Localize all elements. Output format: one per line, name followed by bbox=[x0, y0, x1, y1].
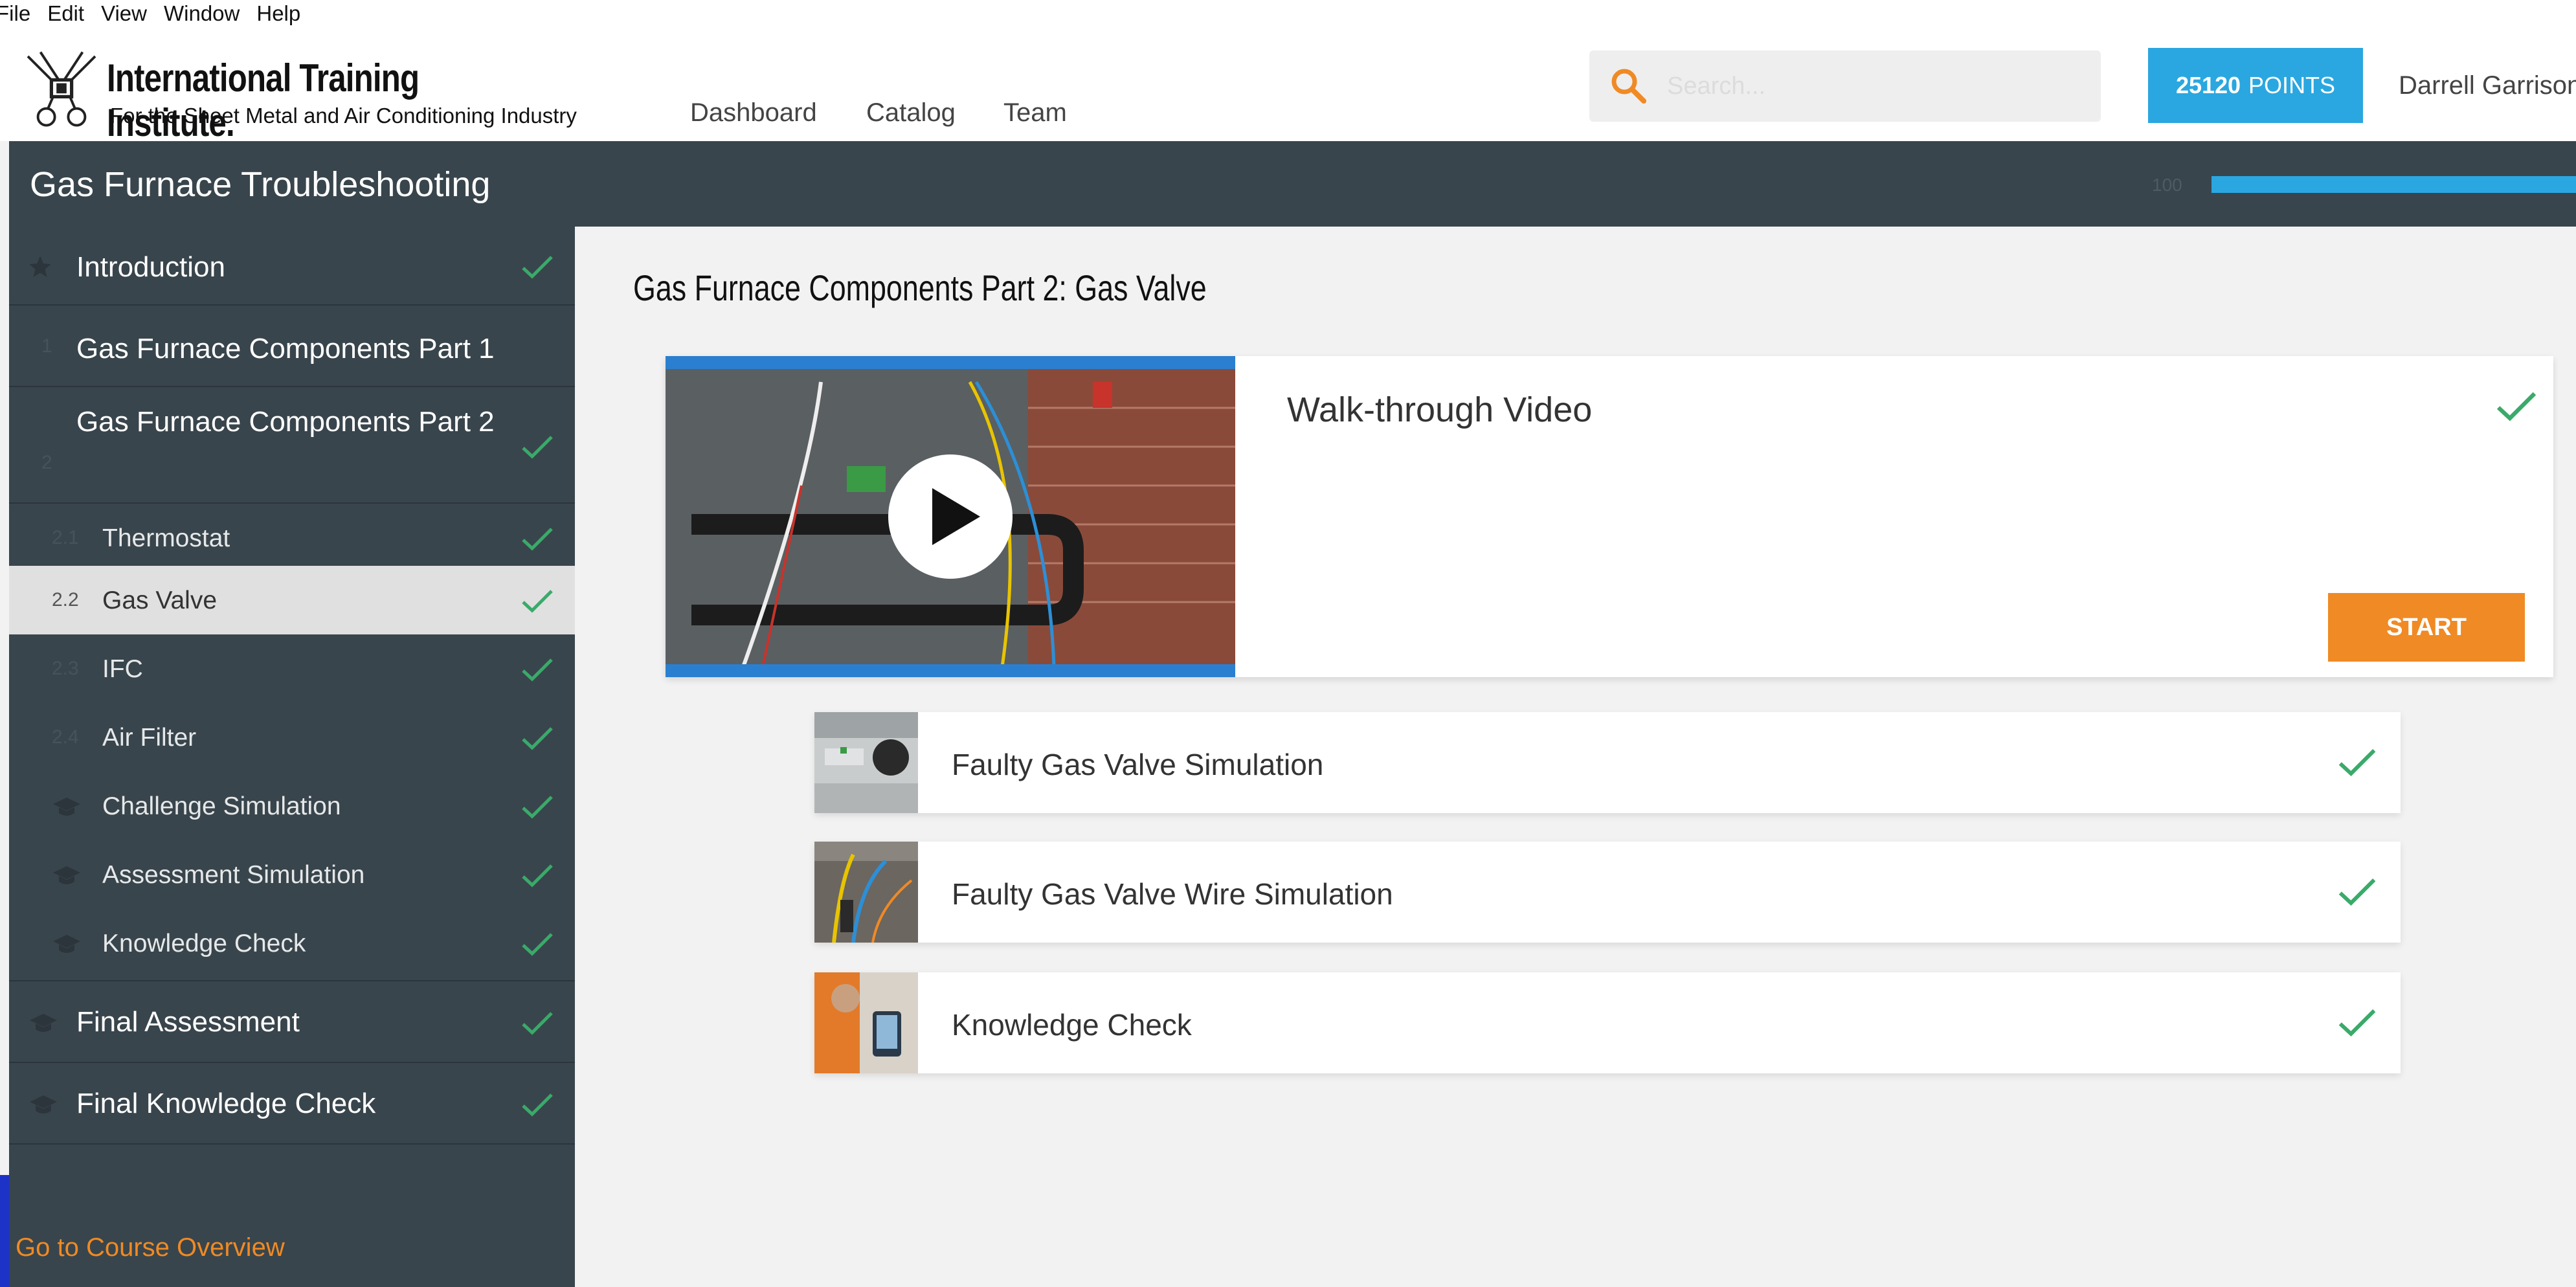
sidebar-item-final-knowledge-check[interactable]: Final Knowledge Check bbox=[9, 1063, 575, 1145]
search-icon bbox=[1611, 69, 1646, 104]
course-sidebar: Introduction 1 Gas Furnace Components Pa… bbox=[9, 227, 575, 1287]
search-box[interactable]: Search... bbox=[1589, 50, 2101, 122]
points-label: POINTS bbox=[2248, 72, 2336, 98]
graduation-cap-icon bbox=[53, 935, 80, 953]
sidebar-item-part2[interactable]: 2 Gas Furnace Components Part 2 bbox=[9, 387, 575, 504]
check-icon bbox=[522, 658, 553, 682]
nav-team[interactable]: Team bbox=[1003, 98, 1067, 128]
sidebar-item-knowledge-check[interactable]: Knowledge Check bbox=[9, 909, 575, 981]
points-badge[interactable]: 25120 POINTS bbox=[2148, 48, 2363, 123]
check-icon bbox=[522, 1093, 553, 1117]
check-icon bbox=[522, 436, 553, 459]
check-icon bbox=[522, 1012, 553, 1035]
check-icon bbox=[522, 528, 553, 551]
activity-label: Faulty Gas Valve Wire Simulation bbox=[952, 877, 1393, 911]
course-title: Gas Furnace Troubleshooting bbox=[30, 165, 491, 204]
sidebar-item-gas-valve[interactable]: 2.2 Gas Valve bbox=[9, 566, 575, 634]
sidebar-item-assessment-simulation[interactable]: Assessment Simulation bbox=[9, 840, 575, 909]
check-icon bbox=[522, 796, 553, 819]
nav-dashboard[interactable]: Dashboard bbox=[690, 98, 817, 128]
sidebar-item-final-assessment[interactable]: Final Assessment bbox=[9, 981, 575, 1063]
check-icon bbox=[2338, 1009, 2376, 1037]
window-edge bbox=[0, 1175, 9, 1287]
sidebar-item-challenge-simulation[interactable]: Challenge Simulation bbox=[9, 772, 575, 840]
activity-row[interactable]: Faulty Gas Valve Wire Simulation bbox=[814, 842, 2401, 943]
page-title: Gas Furnace Components Part 2: Gas Valve bbox=[633, 267, 1207, 308]
points-value: 25120 bbox=[2175, 72, 2241, 98]
activity-row[interactable]: Faulty Gas Valve Simulation bbox=[814, 712, 2401, 813]
check-icon bbox=[522, 933, 553, 956]
video-card: Walk-through Video START bbox=[666, 356, 2553, 677]
check-icon bbox=[2338, 749, 2376, 777]
logo-mark-icon bbox=[27, 51, 96, 127]
sidebar-item-part1[interactable]: 1 Gas Furnace Components Part 1 bbox=[9, 306, 575, 387]
sidebar-item-introduction[interactable]: Introduction bbox=[9, 227, 575, 306]
check-icon bbox=[522, 727, 553, 750]
check-icon bbox=[522, 590, 553, 613]
course-overview-link[interactable]: Go to Course Overview bbox=[16, 1233, 285, 1262]
start-button[interactable]: START bbox=[2328, 593, 2525, 662]
course-header: Gas Furnace Troubleshooting 100 bbox=[9, 141, 2576, 227]
activity-thumbnail bbox=[814, 842, 918, 943]
menu-view[interactable]: View bbox=[101, 1, 147, 26]
search-input[interactable]: Search... bbox=[1667, 73, 1765, 100]
progress-percent: 100 bbox=[2152, 175, 2182, 195]
menu-edit[interactable]: Edit bbox=[47, 1, 84, 26]
graduation-cap-icon bbox=[53, 866, 80, 884]
video-preview-image bbox=[666, 356, 1235, 677]
check-icon bbox=[2496, 392, 2537, 421]
video-title: Walk-through Video bbox=[1287, 390, 1593, 429]
activity-row[interactable]: Knowledge Check bbox=[814, 972, 2401, 1073]
nav-catalog[interactable]: Catalog bbox=[866, 98, 956, 128]
sidebar-item-air-filter[interactable]: 2.4 Air Filter bbox=[9, 703, 575, 772]
logo-tagline: For the Sheet Metal and Air Conditioning… bbox=[110, 104, 577, 128]
video-thumbnail[interactable] bbox=[666, 356, 1235, 677]
star-icon bbox=[29, 256, 51, 277]
sidebar-item-thermostat[interactable]: 2.1 Thermostat bbox=[9, 504, 575, 572]
graduation-cap-icon bbox=[30, 1014, 57, 1032]
logo-name: International Training Institute. bbox=[107, 56, 420, 144]
graduation-cap-icon bbox=[53, 798, 80, 816]
activity-label: Knowledge Check bbox=[952, 1008, 1192, 1042]
check-icon bbox=[522, 864, 553, 888]
user-name[interactable]: Darrell Garrison bbox=[2399, 71, 2576, 100]
activity-thumbnail bbox=[814, 972, 918, 1073]
check-icon bbox=[2338, 879, 2376, 906]
activity-thumbnail bbox=[814, 712, 918, 813]
menu-window[interactable]: Window bbox=[164, 1, 240, 26]
activity-label: Faulty Gas Valve Simulation bbox=[952, 748, 1324, 781]
menu-help[interactable]: Help bbox=[256, 1, 300, 26]
graduation-cap-icon bbox=[30, 1095, 57, 1114]
menu-file[interactable]: File bbox=[0, 1, 30, 26]
check-icon bbox=[522, 256, 553, 279]
course-progress-bar bbox=[2212, 176, 2576, 193]
menu-bar: File Edit View Window Help bbox=[0, 0, 2576, 27]
logo[interactable]: International Training Institute. For th… bbox=[19, 40, 589, 144]
sidebar-item-ifc[interactable]: 2.3 IFC bbox=[9, 634, 575, 703]
